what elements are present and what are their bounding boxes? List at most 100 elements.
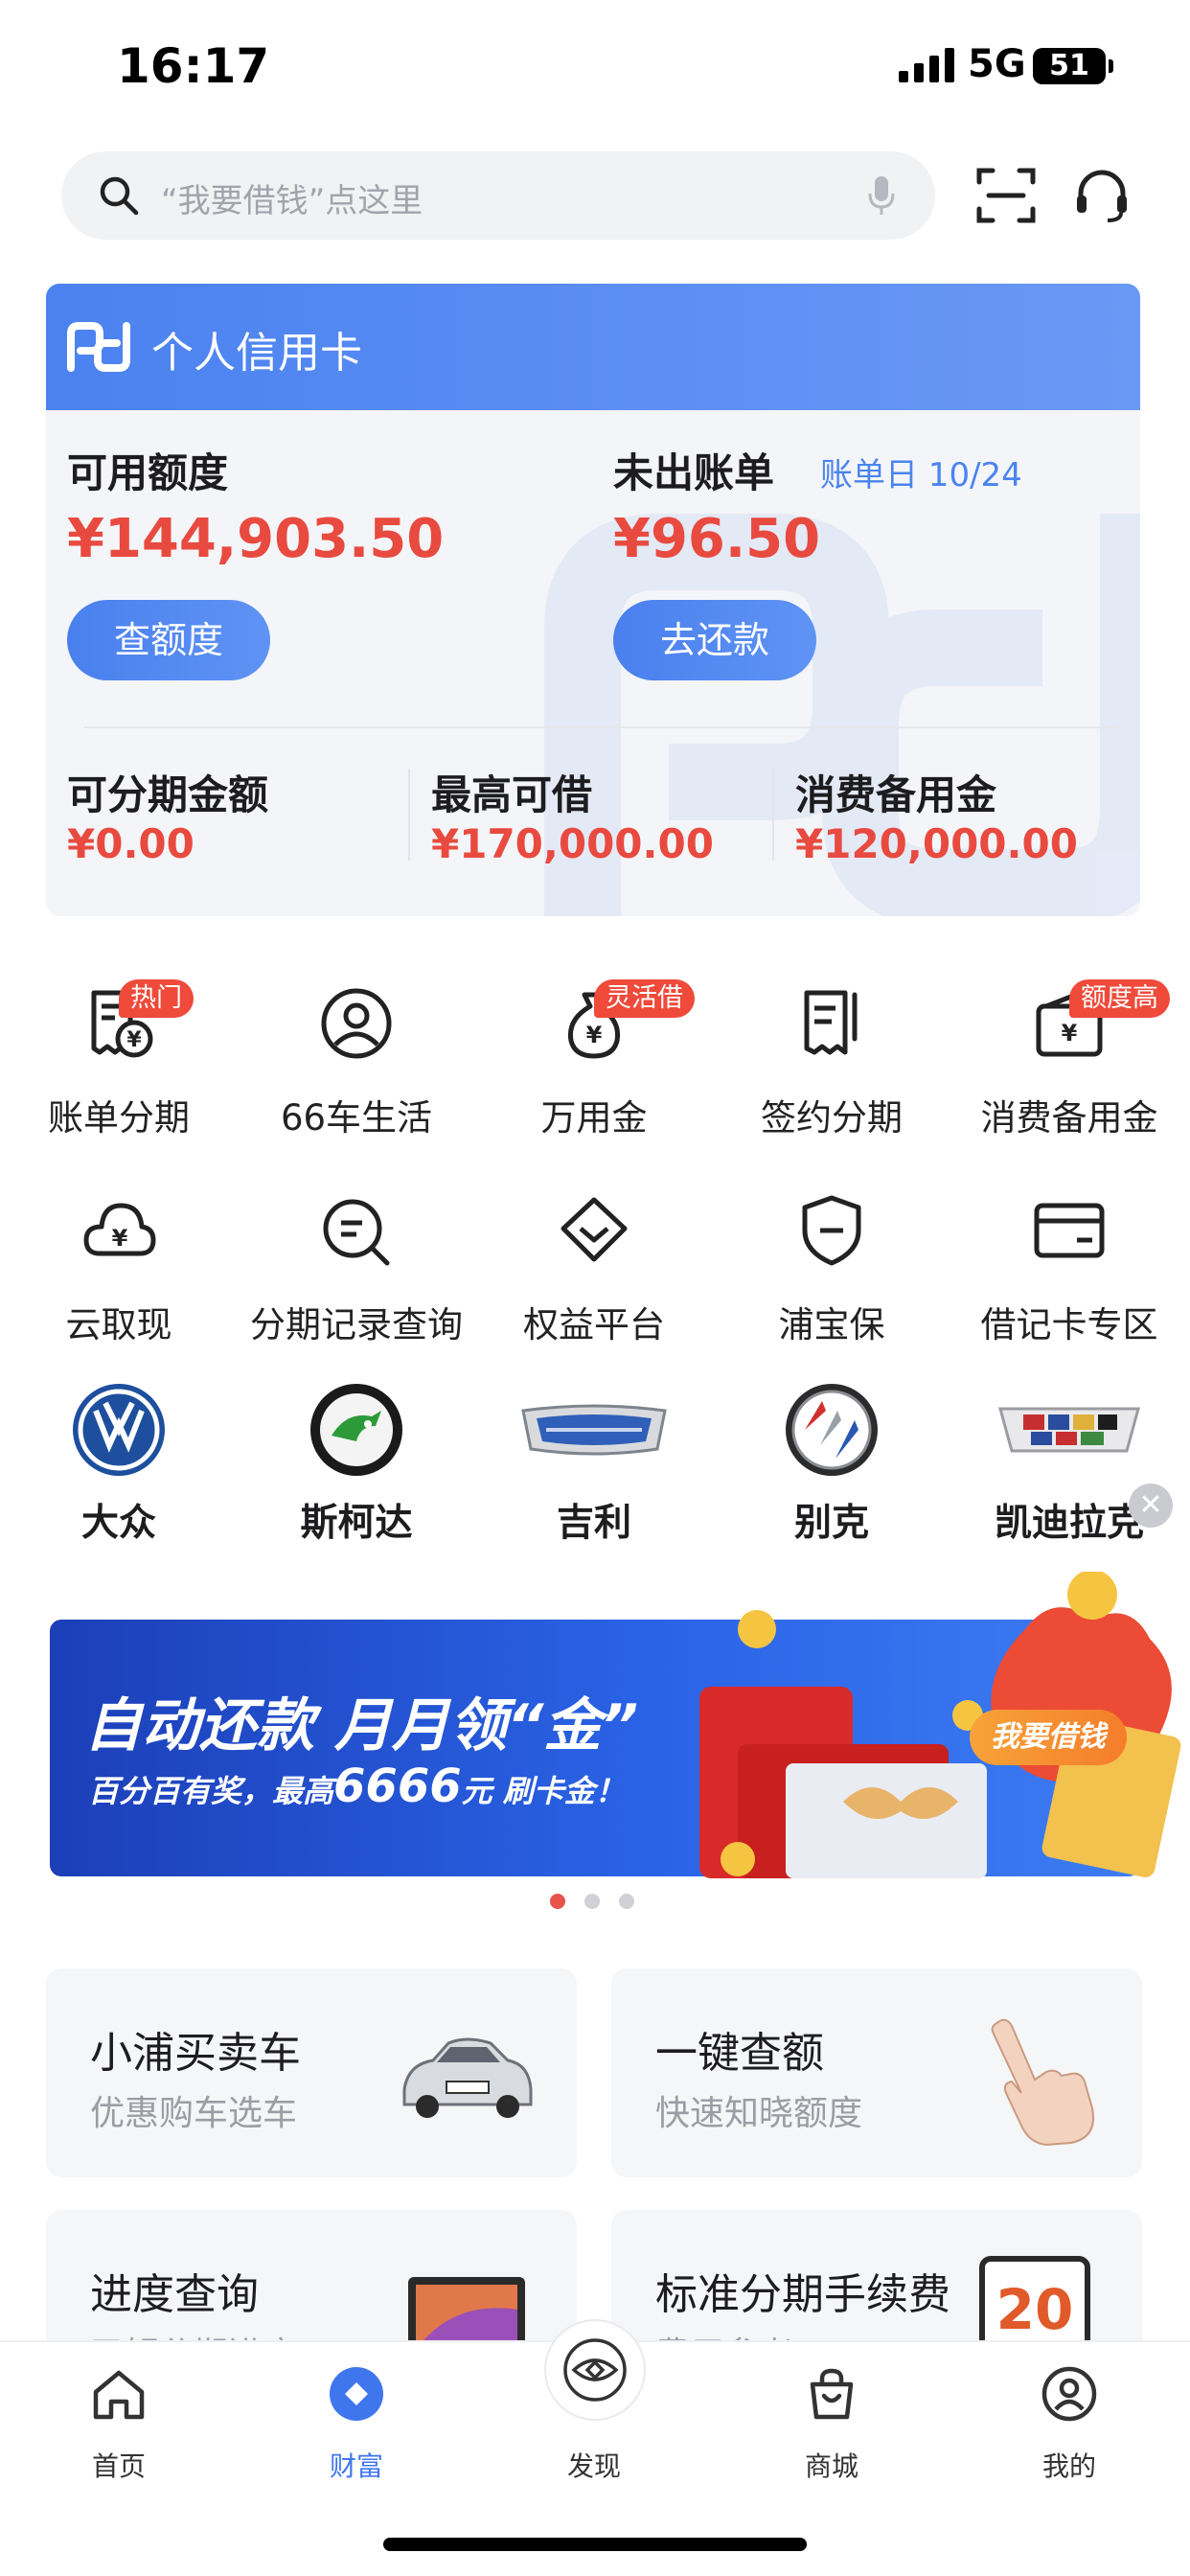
diamond-icon (561, 1197, 628, 1262)
tab-wealth[interactable]: 财富 (261, 2365, 452, 2509)
grid-label: 66车生活 (280, 1097, 433, 1138)
max-borrow-label[interactable]: 最高可借 (431, 763, 592, 821)
buick-logo-icon (786, 1384, 878, 1476)
carousel-indicator (550, 1894, 646, 1913)
grid-item-benefits[interactable]: 权益平台 (475, 1192, 713, 1365)
available-limit-label: 可用额度 (67, 449, 229, 496)
banner-title: 自动还款 月月领“金” (84, 1692, 639, 1760)
search-bar[interactable]: “我要借钱”点这里 (61, 151, 935, 240)
brand-buick[interactable]: 别克 (713, 1382, 950, 1545)
installment-amount-label[interactable]: 可分期金额 (67, 763, 268, 821)
grid-item-car-life[interactable]: 66车生活 (238, 985, 475, 1158)
microphone-icon[interactable] (866, 174, 897, 217)
grid-label: 签约分期 (761, 1097, 903, 1138)
max-borrow-value: ¥170,000.00 (431, 820, 714, 867)
volkswagen-logo-icon (73, 1384, 165, 1476)
grid-label: 浦宝保 (778, 1304, 885, 1346)
car-photo-icon (402, 2037, 533, 2118)
shield-icon (802, 1195, 861, 1266)
contract-icon (804, 990, 858, 1055)
feature-card-car-trade[interactable]: 小浦买卖车 优惠购车选车 (46, 1968, 577, 2177)
grid-item-bill-installment[interactable]: ¥ 热门 账单分期 (0, 979, 238, 1158)
grid-item-contract-installment[interactable]: 签约分期 (713, 985, 950, 1158)
wealth-icon (330, 2367, 383, 2421)
bill-day: 账单日 10/24 (820, 456, 1022, 494)
grid-label: 消费备用金 (980, 1097, 1158, 1138)
finger-tap-icon (991, 2018, 1094, 2147)
grid-label: 权益平台 (523, 1304, 665, 1346)
profile-icon (1041, 2366, 1097, 2422)
brand-volkswagen[interactable]: 大众 (0, 1382, 238, 1545)
tab-label: 我的 (1041, 2450, 1096, 2482)
unbilled-amount: ¥96.50 (613, 508, 821, 570)
feature-title: 一键查额 (655, 2029, 824, 2078)
available-limit-amount: ¥144,903.50 (67, 508, 445, 570)
unbilled-label: 未出账单 (613, 449, 775, 496)
tab-label: 财富 (329, 2450, 383, 2482)
tab-home[interactable]: 首页 (23, 2365, 215, 2509)
grid-label: 云取现 (65, 1304, 172, 1346)
cadillac-logo-icon (998, 1407, 1140, 1453)
brand-geely[interactable]: 吉利 (475, 1382, 713, 1545)
grid-item-insurance[interactable]: 浦宝保 (713, 1192, 950, 1365)
brand-skoda[interactable]: 斯柯达 (238, 1382, 475, 1545)
feature-title: 标准分期手续费 (655, 2270, 950, 2319)
geely-logo-icon (521, 1404, 667, 1456)
hot-badge: 热门 (119, 979, 194, 1018)
carousel-dot-active[interactable] (550, 1894, 565, 1909)
carousel-dot[interactable] (619, 1894, 634, 1909)
home-indicator (383, 2538, 807, 2551)
car-life-icon (321, 988, 392, 1059)
battery-icon: 51 (1033, 48, 1113, 84)
scan-icon[interactable] (975, 165, 1037, 226)
home-icon (93, 2370, 145, 2420)
feature-card-limit-check[interactable]: 一键查额 快速知晓额度 (611, 1968, 1142, 2177)
carousel-dot[interactable] (584, 1894, 600, 1909)
grid-item-debit-card[interactable]: 借记卡专区 (950, 1192, 1188, 1365)
brand-label: 吉利 (556, 1502, 631, 1545)
card-divider (84, 726, 1119, 728)
discover-button[interactable] (544, 2319, 646, 2421)
installment-amount-value: ¥0.00 (67, 820, 195, 867)
reserve-fund-label[interactable]: 消费备用金 (795, 763, 996, 821)
tab-mine[interactable]: 我的 (973, 2365, 1165, 2509)
borrow-cta-button[interactable]: 我要借钱 (970, 1710, 1127, 1765)
signal-icon (899, 48, 954, 82)
discover-eye-icon (563, 2338, 627, 2402)
search-placeholder: “我要借钱”点这里 (161, 182, 423, 220)
grid-item-reserve-fund[interactable]: ¥ 额度高 消费备用金 (950, 979, 1188, 1158)
tab-label: 首页 (91, 2450, 146, 2482)
debit-card-icon (1034, 1203, 1105, 1258)
grid-item-flexible-loan[interactable]: ¥ 灵活借 万用金 (475, 979, 713, 1158)
repay-button[interactable]: 去还款 (613, 600, 816, 680)
svg-text:¥: ¥ (112, 1225, 128, 1252)
network-label: 5G (968, 42, 1026, 86)
card-header[interactable]: 个人信用卡 (46, 284, 1140, 410)
grid-item-record-search[interactable]: 分期记录查询 (238, 1192, 475, 1365)
close-icon[interactable]: ✕ (1129, 1484, 1173, 1528)
feature-title: 小浦买卖车 (90, 2029, 301, 2078)
metric-separator (772, 769, 774, 861)
brand-label: 别克 (793, 1502, 869, 1545)
high-limit-badge: 额度高 (1069, 979, 1170, 1018)
svg-text:¥: ¥ (126, 1028, 142, 1052)
svg-text:¥: ¥ (1062, 1020, 1078, 1046)
record-search-icon (323, 1199, 390, 1266)
grid-label: 分期记录查询 (250, 1304, 463, 1346)
shopping-bag-icon (810, 2368, 854, 2420)
reserve-fund-value: ¥120,000.00 (795, 820, 1078, 867)
brand-label: 斯柯达 (300, 1502, 413, 1545)
spdb-logo-icon (67, 322, 130, 372)
tab-label: 发现 (566, 2450, 621, 2482)
tab-mall[interactable]: 商城 (736, 2365, 927, 2509)
customer-service-icon[interactable] (1071, 165, 1133, 226)
tab-label: 商城 (804, 2450, 858, 2482)
search-icon (100, 176, 139, 216)
feature-title: 进度查询 (90, 2270, 259, 2319)
grid-label: 账单分期 (48, 1097, 190, 1138)
check-limit-button[interactable]: 查额度 (67, 600, 270, 680)
status-bar: 16:17 5G 51 (0, 0, 1190, 134)
feature-subtitle: 快速知晓额度 (655, 2094, 863, 2133)
grid-item-cloud-cash[interactable]: ¥ 云取现 (0, 1192, 238, 1365)
card-title: 个人信用卡 (151, 329, 362, 378)
